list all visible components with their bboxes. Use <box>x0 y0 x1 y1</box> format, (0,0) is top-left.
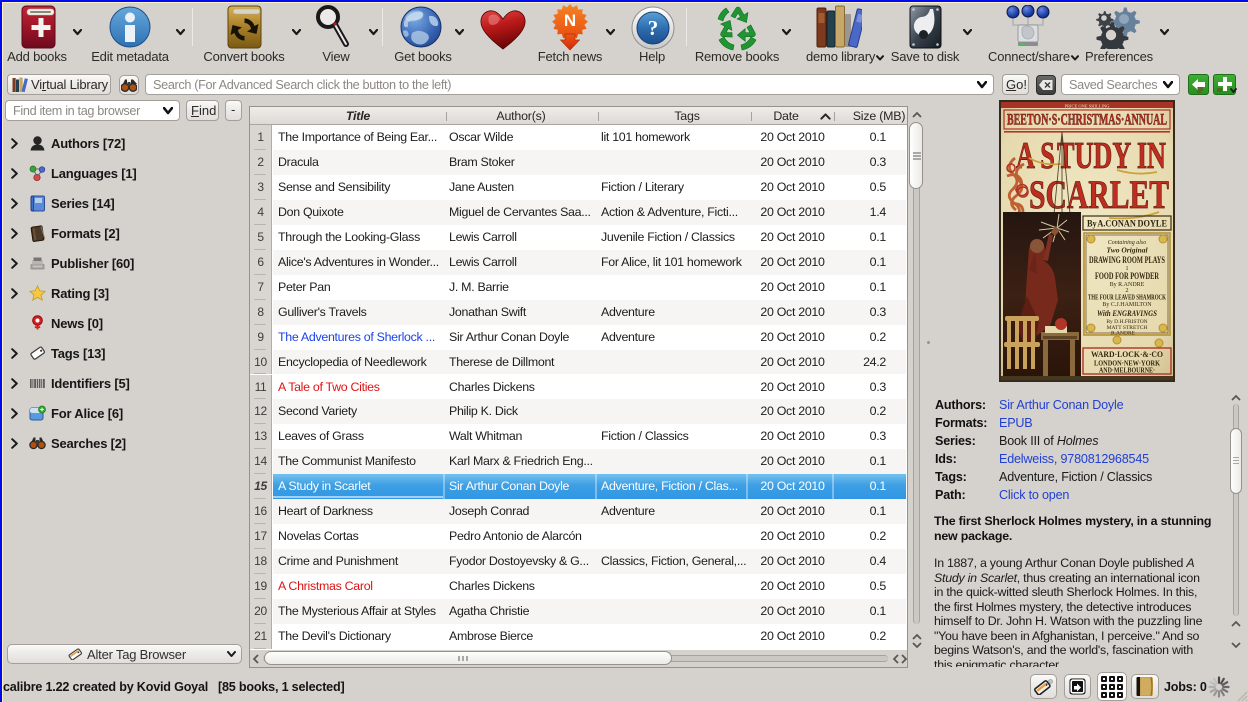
svg-text:With ENGRAVINGS: With ENGRAVINGS <box>1097 309 1157 318</box>
svg-text:A S TUDY IN: A S TUDY IN <box>1016 135 1166 177</box>
svg-text:By C.J.HAMILTON: By C.J.HAMILTON <box>1102 302 1152 308</box>
svg-text:DRAWING ROOM PLAYS: DRAWING ROOM PLAYS <box>1089 255 1165 265</box>
svg-text:PRICE ONE SHILLING: PRICE ONE SHILLING <box>1065 103 1111 108</box>
svg-text:BEETON·S·CHRISTMAS·ANNUAL: BEETON·S·CHRISTMAS·ANNUAL <box>1007 112 1167 129</box>
svg-text:By A.CONAN DOYLE: By A.CONAN DOYLE <box>1087 220 1167 230</box>
svg-text:R.ANDRE: R.ANDRE <box>1111 331 1136 337</box>
svg-text:AND·MELBOURNE·: AND·MELBOURNE· <box>1099 367 1155 375</box>
svg-text:N: N <box>564 11 576 30</box>
svg-text:SCARLET: SCARLET <box>1029 172 1169 217</box>
svg-text:FOOD FOR POWDER: FOOD FOR POWDER <box>1095 271 1159 281</box>
svg-text:WARD·LOCK·&·CO: WARD·LOCK·&·CO <box>1091 349 1163 359</box>
svg-text:THE FOUR LEAVED SHAMROCK: THE FOUR LEAVED SHAMROCK <box>1088 294 1166 302</box>
svg-text:?: ? <box>648 16 659 40</box>
svg-text:Two Original: Two Original <box>1106 246 1148 255</box>
